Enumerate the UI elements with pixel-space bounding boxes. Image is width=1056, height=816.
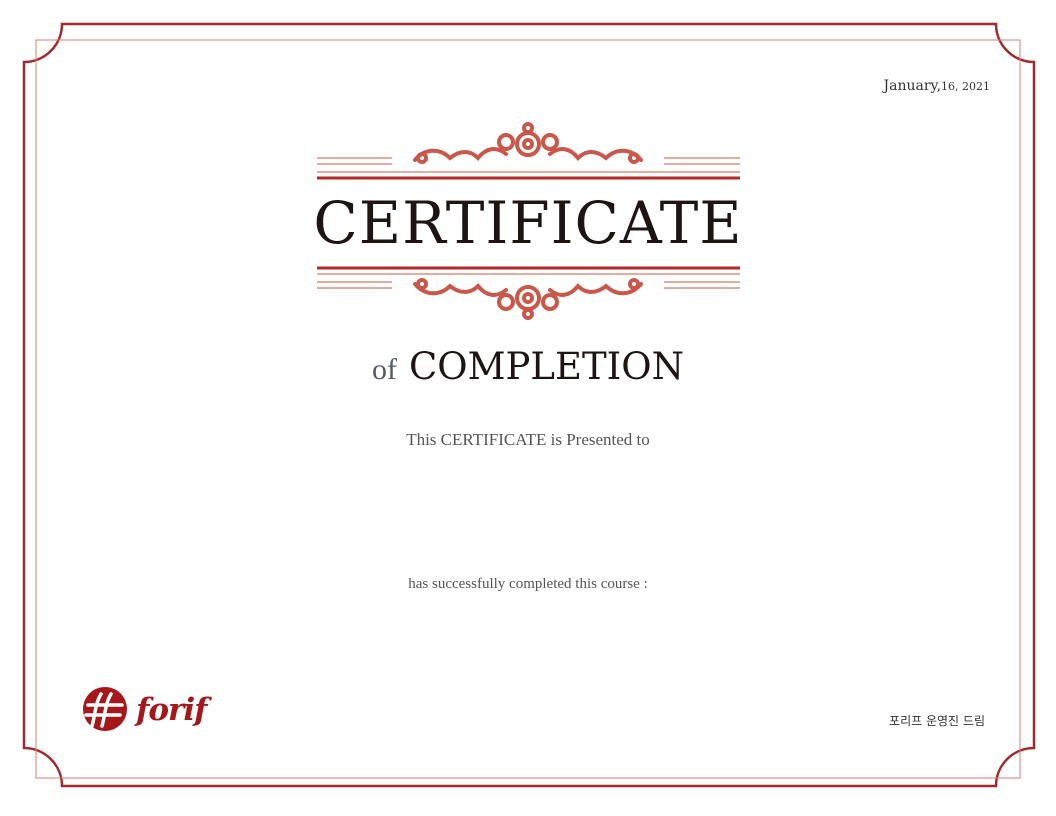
certificate-title: CERTIFICATE	[313, 189, 743, 257]
certificate-page: January,16, 2021 CERTIFICATE of COMPLETIO…	[0, 0, 1056, 816]
forif-logo-text: forif	[136, 692, 207, 728]
certificate-date: January,16, 2021	[860, 78, 990, 94]
certificate-subtitle: of COMPLETION	[300, 342, 756, 399]
issuer-signature: 포리프 운영진 드림	[889, 714, 985, 728]
subtitle-completion: COMPLETION	[408, 345, 684, 388]
completed-course-text: has successfully completed this course :	[408, 576, 648, 592]
presented-to-text: This CERTIFICATE is Presented to	[406, 430, 650, 449]
subtitle-of: of	[371, 353, 397, 386]
date-month: January,	[883, 78, 942, 94]
date-day-year: 16, 2021	[941, 80, 990, 93]
